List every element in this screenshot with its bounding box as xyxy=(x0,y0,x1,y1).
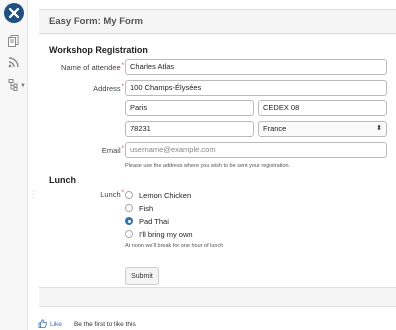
address-label-text: Address xyxy=(93,84,121,93)
rss-feed-icon[interactable] xyxy=(6,55,20,69)
like-bar: Like Be the first to like this xyxy=(38,319,136,330)
panel-title: Easy Form: My Form xyxy=(39,10,396,34)
lunch-option-label: I'll bring my own xyxy=(139,229,193,239)
page-tree-icon[interactable] xyxy=(6,78,20,92)
email-field[interactable]: username@example.com xyxy=(125,142,387,158)
submit-button[interactable]: Submit xyxy=(125,267,159,285)
chevron-down-icon[interactable]: ▼ xyxy=(20,83,26,89)
country-select-value: France xyxy=(263,124,287,133)
lunch-option-label: Pad Thai xyxy=(139,216,169,226)
like-link[interactable]: Like xyxy=(50,321,62,328)
email-label-text: Email xyxy=(101,146,121,155)
sidebar-resize-handle[interactable]: · · · xyxy=(32,188,35,202)
lunch-option-label: Lemon Chicken xyxy=(139,190,192,200)
form-body: Workshop Registration Name of attendee* … xyxy=(39,35,396,288)
radio-button[interactable] xyxy=(125,191,133,199)
radio-button[interactable] xyxy=(125,204,133,212)
city-field[interactable]: Paris xyxy=(125,100,254,116)
name-label: Name of attendee* xyxy=(61,63,124,72)
cedex-field[interactable]: CEDEX 08 xyxy=(258,100,387,116)
select-arrows-icon: ⬍ xyxy=(376,125,382,132)
section-title-registration: Workshop Registration xyxy=(49,45,148,55)
easy-form-panel: Easy Form: My Form Workshop Registration… xyxy=(39,9,396,307)
radio-button[interactable] xyxy=(125,230,133,238)
email-help-text: Please use the address where you wish to… xyxy=(125,163,291,169)
lunch-label: Lunch* xyxy=(100,190,124,199)
lunch-option[interactable]: Fish xyxy=(125,203,153,213)
email-label: Email* xyxy=(102,146,124,155)
required-marker: * xyxy=(121,190,124,196)
street-field[interactable]: 100 Champs-Élysées xyxy=(125,80,387,96)
lunch-option-label: Fish xyxy=(139,203,154,213)
pages-icon[interactable] xyxy=(6,34,20,48)
like-status-text: Be the first to like this xyxy=(73,321,136,328)
name-label-text: Name of attendee xyxy=(61,63,121,72)
required-marker: * xyxy=(121,63,124,69)
name-field[interactable]: Charles Atlas xyxy=(125,59,387,75)
lunch-label-text: Lunch xyxy=(100,190,121,199)
section-title-lunch: Lunch xyxy=(49,175,76,185)
lunch-help-text: At noon we'll break for one hour of lunc… xyxy=(125,243,224,249)
postcode-field[interactable]: 78231 xyxy=(125,121,254,137)
required-marker: * xyxy=(121,146,124,152)
lunch-option[interactable]: Pad Thai xyxy=(125,216,169,226)
sidebar: ▼ xyxy=(0,0,28,330)
radio-button-selected[interactable] xyxy=(125,217,133,225)
address-label: Address* xyxy=(93,84,124,93)
required-marker: * xyxy=(121,84,124,90)
thumbs-up-icon[interactable] xyxy=(38,319,47,330)
lunch-option[interactable]: Lemon Chicken xyxy=(125,190,191,200)
confluence-logo-icon[interactable] xyxy=(4,3,24,23)
country-select[interactable]: France ⬍ xyxy=(258,121,387,137)
lunch-option[interactable]: I'll bring my own xyxy=(125,229,193,239)
